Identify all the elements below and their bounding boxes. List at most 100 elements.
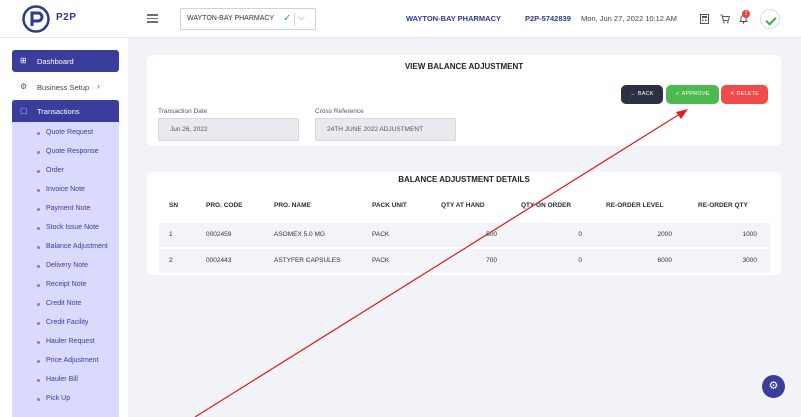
top-bar: P2P WAYTON-BAY PHARMACY ✓ ⌵ WAYTON-BAY P… xyxy=(0,0,801,38)
bullet-icon xyxy=(37,303,40,306)
sidebar-subitem-label: Order xyxy=(46,167,64,174)
sidebar-subitem-label: Balance Adjustment xyxy=(46,243,108,250)
details-title: BALANCE ADJUSTMENT DETAILS xyxy=(398,175,530,184)
cross-reference-label: Cross Reference xyxy=(315,108,364,115)
sidebar-subitem-hauler-bill[interactable]: Hauler Bill xyxy=(12,372,119,389)
gear-icon: ⚙ xyxy=(768,380,779,392)
cross-reference-field[interactable]: 24TH JUNE 2022 ADJUSTMENT xyxy=(315,118,456,141)
cell-sn: 2 xyxy=(169,257,173,264)
column-header-pro-name: PRO. NAME xyxy=(274,202,311,209)
logo-text: P2P xyxy=(56,12,77,23)
sidebar-subitem-label: Price Adjustment xyxy=(46,357,99,364)
back-button[interactable]: ← BACK xyxy=(621,85,663,104)
chevron-down-icon[interactable]: ⌵ xyxy=(298,12,305,23)
sidebar-subitem-label: Credit Note xyxy=(46,300,82,307)
sidebar-subitem-stock-issue-note[interactable]: Stock Issue Note xyxy=(12,220,119,237)
select-divider xyxy=(294,13,295,26)
column-header-pro-code: PRO. CODE xyxy=(206,202,243,209)
table-row[interactable]: 2 0002443 ASTYFER CAPSULES PACK 700 0 60… xyxy=(159,249,770,273)
cell-qty-on-order: 0 xyxy=(578,231,582,238)
sidebar-subitem-label: Invoice Note xyxy=(46,186,85,193)
table-row[interactable]: 1 0002459 ASOMEX 5.0 MG PACK 500 0 2000 … xyxy=(159,223,770,247)
p2p-logo[interactable] xyxy=(22,5,50,33)
sidebar-item-label: Transactions xyxy=(37,107,80,116)
sidebar-subitem-payment-note[interactable]: Payment Note xyxy=(12,201,119,218)
cell-qty-on-order: 0 xyxy=(578,257,582,264)
sidebar-subitem-label: Pick Up xyxy=(46,395,71,402)
sidebar-subitem-credit-note[interactable]: Credit Note xyxy=(12,296,119,313)
avatar[interactable] xyxy=(760,9,780,29)
column-header-sn: SN xyxy=(169,202,179,209)
sidebar-subitem-balance-adjustment[interactable]: Balance Adjustment xyxy=(12,239,119,256)
bullet-icon xyxy=(37,265,40,268)
bullet-icon xyxy=(37,170,40,173)
transaction-date-label: Transaction Date xyxy=(158,108,208,115)
grid-icon: ⊞ xyxy=(20,56,27,65)
sidebar-subitem-label: Quote Response xyxy=(46,148,99,155)
sidebar-item-dashboard[interactable]: ⊞ Dashboard xyxy=(12,50,119,72)
bullet-icon xyxy=(37,227,40,230)
sidebar-subitem-label: Payment Note xyxy=(46,205,91,212)
page-title: VIEW BALANCE ADJUSTMENT xyxy=(404,62,524,71)
cell-qty-at-hand: 700 xyxy=(486,257,497,264)
approve-button[interactable]: ✓ APPROVE xyxy=(666,85,719,104)
cell-pro-name: ASOMEX 5.0 MG xyxy=(274,231,325,238)
view-balance-adjustment-card: VIEW BALANCE ADJUSTMENT ← BACK ✓ APPROVE… xyxy=(147,55,781,146)
cell-re-order-qty: 1000 xyxy=(742,231,757,238)
sidebar-item-transactions[interactable]: ▢ Transactions xyxy=(12,100,119,122)
pharmacy-select[interactable]: WAYTON-BAY PHARMACY ✓ ⌵ xyxy=(180,8,316,30)
delete-button[interactable]: ✕ DELETE xyxy=(721,85,768,104)
sidebar-subitem-delivery-note[interactable]: Delivery Note xyxy=(12,258,119,275)
pharmacy-select-value: WAYTON-BAY PHARMACY xyxy=(187,15,275,22)
sidebar-subitem-quote-response[interactable]: Quote Response xyxy=(12,144,119,161)
sidebar-subitem-label: Delivery Note xyxy=(46,262,89,269)
bullet-icon xyxy=(37,132,40,135)
calculator-icon[interactable] xyxy=(700,14,709,24)
sidebar-subitem-invoice-note[interactable]: Invoice Note xyxy=(12,182,119,199)
back-button-label: BACK xyxy=(637,91,654,97)
transaction-date-field[interactable]: Jun 26, 2022 xyxy=(158,118,299,141)
sidebar-subitem-pick-up[interactable]: Pick Up xyxy=(12,391,119,408)
column-header-qty-on-order: QTY ON ORDER xyxy=(521,202,572,209)
sidebar-subitem-quote-request[interactable]: Quote Request xyxy=(12,125,119,142)
column-header-re-order-qty: RE-ORDER QTY xyxy=(698,202,748,209)
sidebar-item-label: Dashboard xyxy=(37,57,74,66)
current-datetime: Mon, Jun 27, 2022 10:12 AM xyxy=(581,14,677,23)
cell-re-order-qty: 3000 xyxy=(742,257,757,264)
sidebar-subitem-receipt-note[interactable]: Receipt Note xyxy=(12,277,119,294)
cell-re-order-level: 2000 xyxy=(657,231,672,238)
sidebar-subitem-label: Receipt Note xyxy=(46,281,87,288)
bullet-icon xyxy=(37,322,40,325)
bullet-icon xyxy=(37,360,40,363)
settings-fab-button[interactable]: ⚙ xyxy=(762,375,785,398)
sidebar: ⊞ Dashboard ⚙ Business Setup › ▢ Transac… xyxy=(0,38,128,417)
bullet-icon xyxy=(37,284,40,287)
notification-badge: 1 xyxy=(742,10,750,18)
cell-pro-name: ASTYFER CAPSULES xyxy=(274,257,341,264)
sidebar-subitem-price-adjustment[interactable]: Price Adjustment xyxy=(12,353,119,370)
document-icon: ▢ xyxy=(20,106,28,115)
column-header-qty-at-hand: QTY AT HAND xyxy=(441,202,485,209)
cart-icon[interactable] xyxy=(720,14,730,24)
bullet-icon xyxy=(37,151,40,154)
cell-qty-at-hand: 500 xyxy=(486,231,497,238)
sidebar-subitem-label: Hauler Request xyxy=(46,338,95,345)
bullet-icon xyxy=(37,379,40,382)
sidebar-subitem-hauler-request[interactable]: Hauler Request xyxy=(12,334,119,351)
sidebar-subitem-credit-facility[interactable]: Credit Facility xyxy=(12,315,119,332)
sidebar-item-business-setup[interactable]: ⚙ Business Setup › xyxy=(12,78,119,96)
transactions-group: ▢ Transactions Quote Request Quote Respo… xyxy=(12,100,119,417)
cell-pro-code: 0002443 xyxy=(206,257,232,264)
menu-icon[interactable] xyxy=(147,14,158,23)
column-header-pack-unit: PACK UNIT xyxy=(372,202,407,209)
cell-re-order-level: 6000 xyxy=(657,257,672,264)
sidebar-subitem-order[interactable]: Order xyxy=(12,163,119,180)
gear-icon: ⚙ xyxy=(20,82,28,91)
cross-reference-value: 24TH JUNE 2022 ADJUSTMENT xyxy=(327,126,424,133)
bullet-icon xyxy=(37,189,40,192)
chevron-right-icon: › xyxy=(97,81,100,91)
cell-sn: 1 xyxy=(169,231,173,238)
sidebar-subitem-label: Hauler Bill xyxy=(46,376,78,383)
approve-button-label: APPROVE xyxy=(681,91,710,97)
column-header-re-order-level: RE-ORDER LEVEL xyxy=(606,202,664,209)
